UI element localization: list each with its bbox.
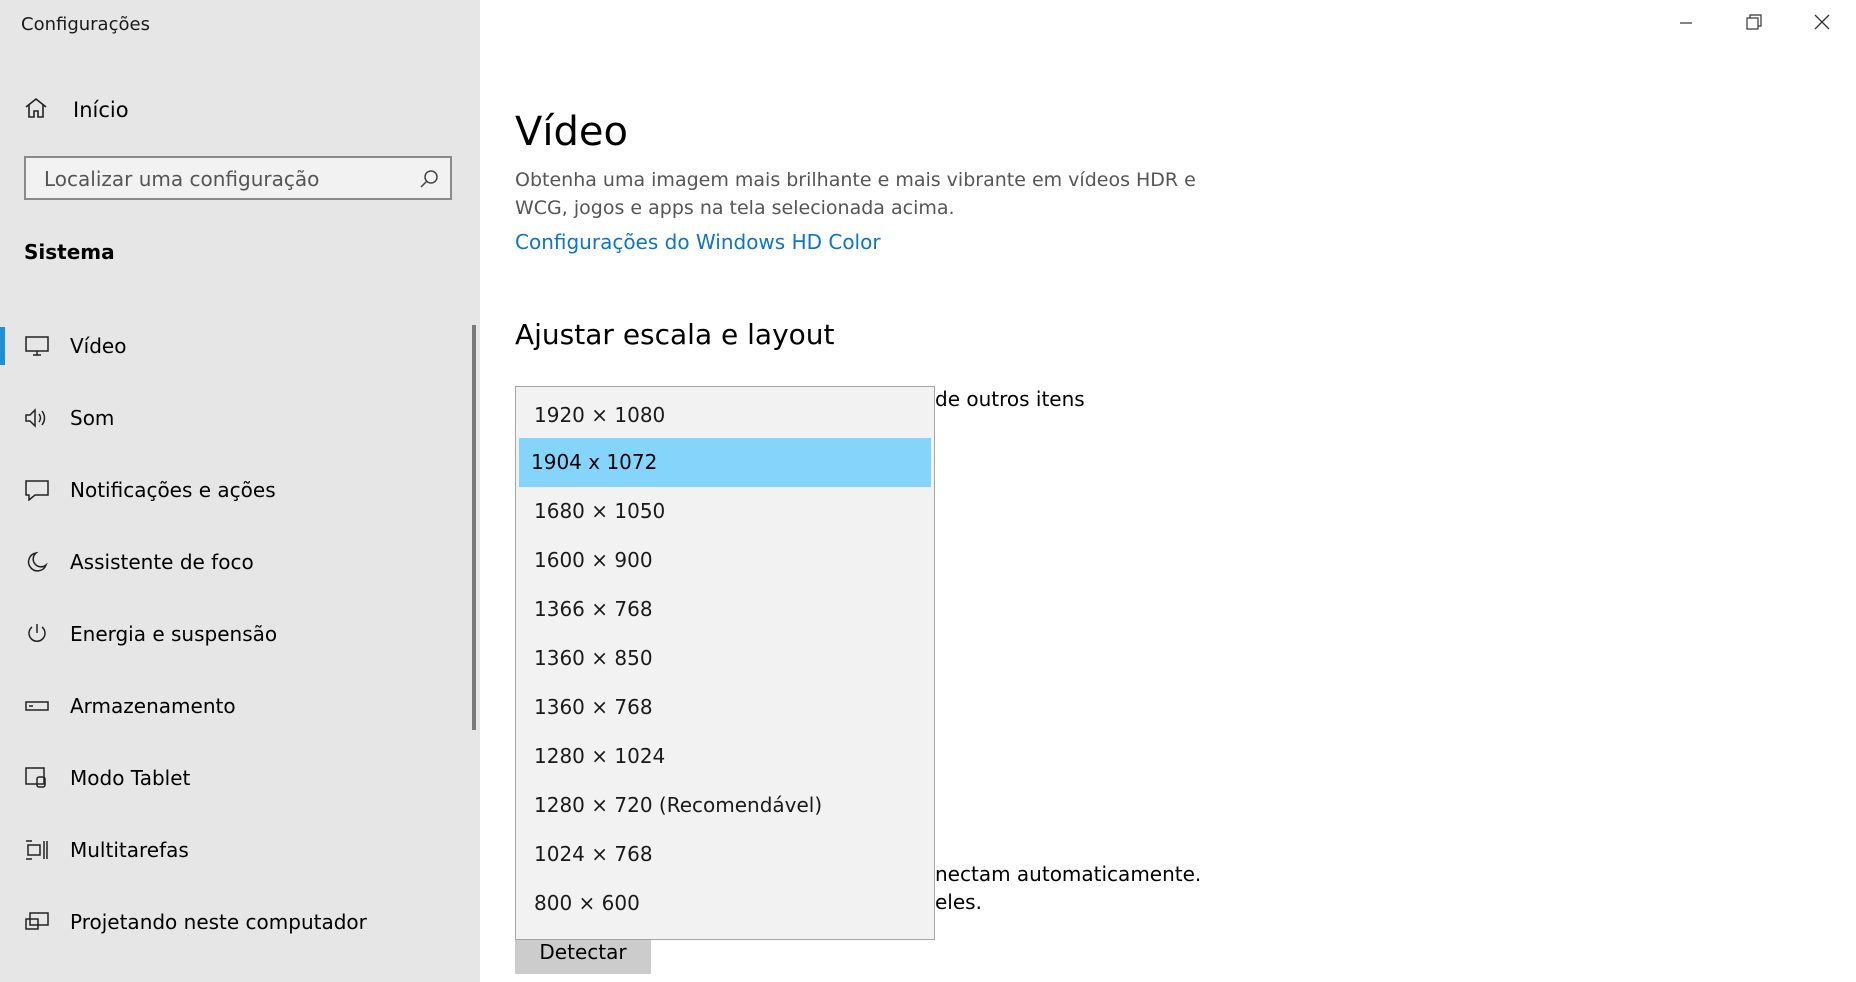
displays-text-partial: nectam automaticamente.: [935, 862, 1202, 886]
search-input[interactable]: [42, 158, 406, 200]
hdr-description: Obtenha uma imagem mais brilhante e mais…: [515, 169, 1196, 219]
scale-layout-heading: Ajustar escala e layout: [515, 318, 835, 351]
sidebar-item-label: Vídeo: [70, 334, 127, 358]
home-nav-item[interactable]: Início: [24, 93, 464, 127]
sidebar-item-label: Notificações e ações: [70, 478, 276, 502]
power-icon: [24, 621, 50, 647]
speaker-icon: [24, 405, 50, 431]
home-icon: [24, 96, 48, 124]
resolution-option[interactable]: 1360 × 850: [516, 634, 934, 683]
page-title: Vídeo: [515, 108, 628, 155]
resolution-dropdown-list[interactable]: 1920 × 1080 1904 x 1072 1680 × 1050 1600…: [515, 386, 935, 940]
notification-icon: [24, 477, 50, 503]
displays-text-partial-2: eles.: [935, 890, 982, 914]
sidebar: Configurações Início Sistema Vídeo: [0, 0, 480, 982]
monitor-icon: [24, 333, 50, 359]
sidebar-item-notifications[interactable]: Notificações e ações: [0, 454, 474, 526]
sidebar-item-projecting[interactable]: Projetando neste computador: [0, 886, 474, 958]
resolution-option[interactable]: 1366 × 768: [516, 585, 934, 634]
section-title: Sistema: [24, 240, 115, 264]
storage-icon: [24, 693, 50, 719]
hd-color-settings-link[interactable]: Configurações do Windows HD Color: [515, 230, 881, 254]
resolution-option[interactable]: 1024 × 768: [516, 830, 934, 879]
sidebar-item-sound[interactable]: Som: [0, 382, 474, 454]
app-title: Configurações: [21, 14, 150, 35]
sidebar-item-storage[interactable]: Armazenamento: [0, 670, 474, 742]
search-box[interactable]: [24, 156, 452, 200]
sidebar-item-label: Modo Tablet: [70, 766, 191, 790]
resolution-option[interactable]: 1280 × 720 (Recomendável): [516, 781, 934, 830]
resolution-option-selected[interactable]: 1904 x 1072: [519, 438, 931, 487]
sidebar-item-video[interactable]: Vídeo: [0, 310, 474, 382]
search-icon[interactable]: [418, 168, 440, 194]
resolution-option[interactable]: 1600 × 900: [516, 536, 934, 585]
multitask-icon: [24, 837, 50, 863]
scale-text-partial: de outros itens: [935, 387, 1085, 411]
sidebar-item-label: Assistente de foco: [70, 550, 254, 574]
sidebar-item-label: Projetando neste computador: [70, 910, 367, 934]
sidebar-item-power[interactable]: Energia e suspensão: [0, 598, 474, 670]
resolution-option[interactable]: 1680 × 1050: [516, 487, 934, 536]
tablet-icon: [24, 765, 50, 791]
projector-icon: [24, 909, 50, 935]
sidebar-item-label: Energia e suspensão: [70, 622, 278, 646]
resolution-option[interactable]: 1280 × 1024: [516, 732, 934, 781]
resolution-option[interactable]: 800 × 600: [516, 879, 934, 928]
sidebar-item-multitasking[interactable]: Multitarefas: [0, 814, 474, 886]
home-label: Início: [73, 98, 129, 122]
sidebar-item-tablet[interactable]: Modo Tablet: [0, 742, 474, 814]
resolution-option[interactable]: 1360 × 768: [516, 683, 934, 732]
close-icon: [1814, 14, 1830, 34]
sidebar-item-label: Som: [70, 406, 115, 430]
sidebar-scrollbar[interactable]: [472, 325, 476, 730]
sidebar-item-focus-assist[interactable]: Assistente de foco: [0, 526, 474, 598]
sidebar-item-label: Armazenamento: [70, 694, 236, 718]
moon-icon: [24, 549, 50, 575]
resolution-option[interactable]: 1920 × 1080: [516, 393, 934, 438]
sidebar-item-label: Multitarefas: [70, 838, 189, 862]
sidebar-nav: Vídeo Som Notificações e ações Assistent…: [0, 310, 474, 958]
